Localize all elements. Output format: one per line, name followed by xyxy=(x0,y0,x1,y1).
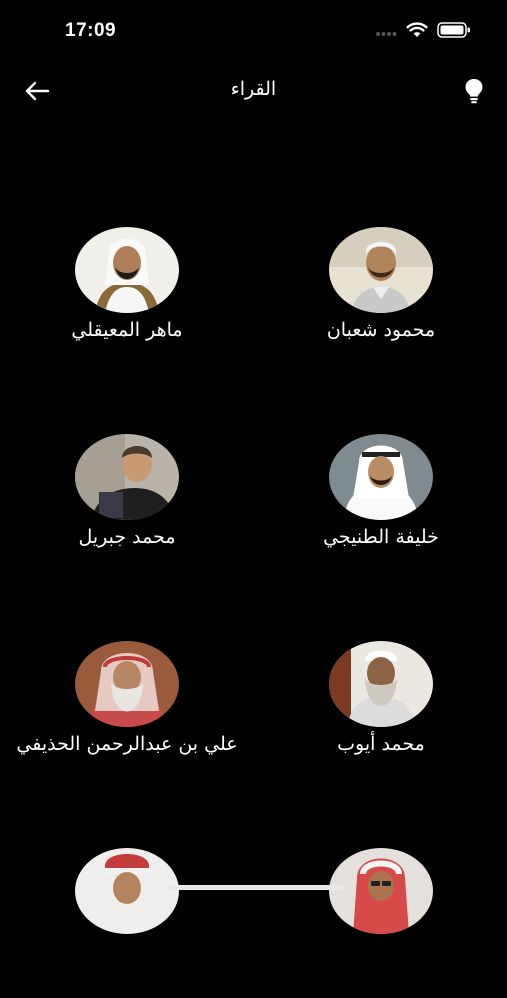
avatar xyxy=(329,848,433,934)
reciter-card[interactable]: محمد أيوب xyxy=(256,641,506,791)
reciter-card[interactable]: خليفة الطنيجي xyxy=(256,434,506,584)
reciter-name: محمد أيوب xyxy=(337,733,425,755)
reciter-name: محمود شعبان xyxy=(326,319,436,341)
reciter-name: ماهر المعيقلي xyxy=(71,319,183,341)
avatar xyxy=(75,641,179,727)
avatar xyxy=(329,434,433,520)
home-indicator[interactable] xyxy=(166,885,344,890)
reciter-card[interactable] xyxy=(2,848,252,998)
reciter-card[interactable]: محمود شعبان xyxy=(256,227,506,377)
avatar xyxy=(75,434,179,520)
reciter-card[interactable]: محمد جبريل xyxy=(2,434,252,584)
avatar xyxy=(329,227,433,313)
reciter-card[interactable] xyxy=(256,848,506,998)
reciter-name: علي بن عبدالرحمن الحذيفي xyxy=(16,733,238,755)
reciters-grid: محمود شعبان ماهر المعيقلي خليفة الطنيجي … xyxy=(0,0,507,934)
avatar xyxy=(75,227,179,313)
avatar xyxy=(75,848,179,934)
avatar xyxy=(329,641,433,727)
reciter-name: خليفة الطنيجي xyxy=(323,526,439,548)
reciter-card[interactable]: علي بن عبدالرحمن الحذيفي xyxy=(2,641,252,791)
reciter-card[interactable]: ماهر المعيقلي xyxy=(2,227,252,377)
reciter-name: محمد جبريل xyxy=(78,526,176,548)
